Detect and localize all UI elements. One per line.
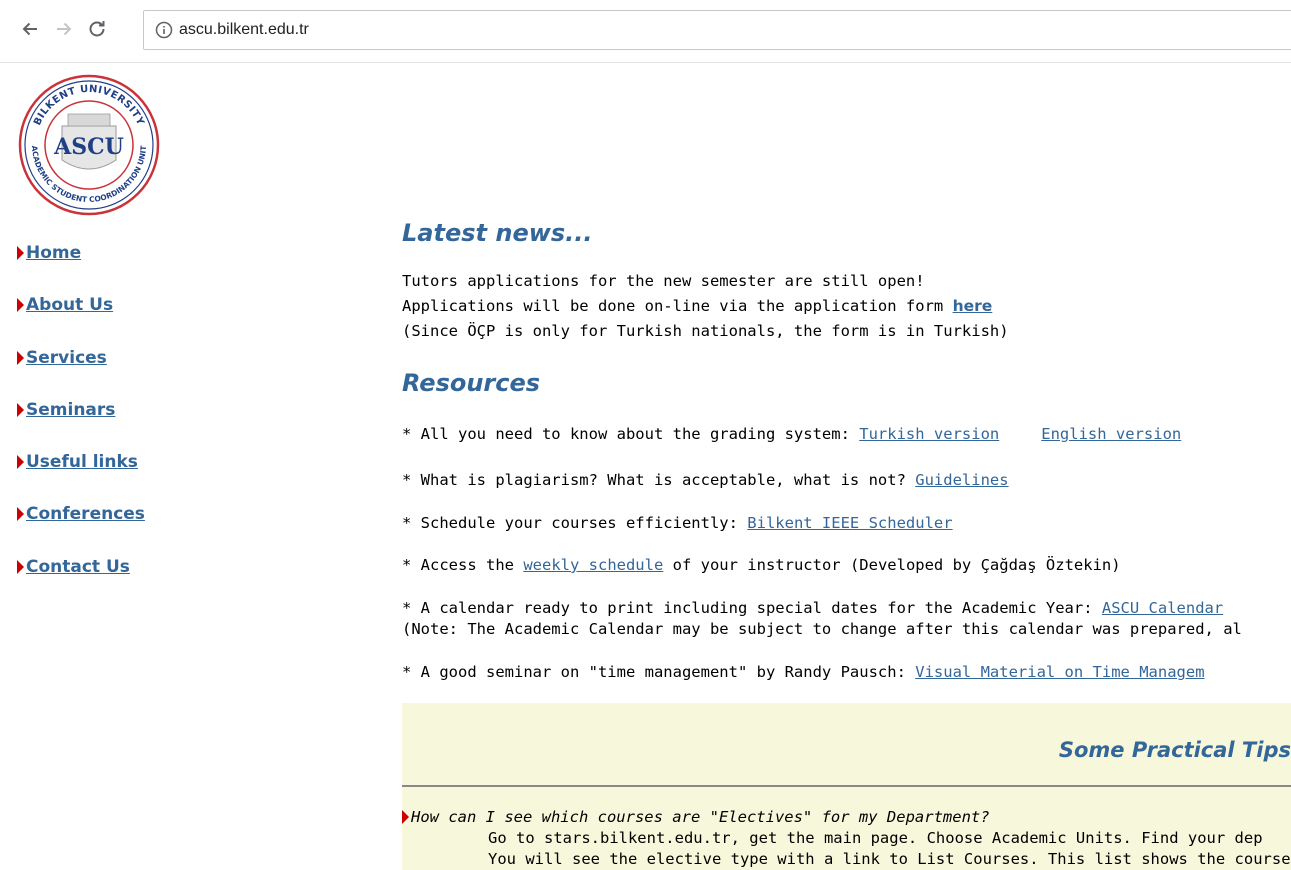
sidebar-link-contact-us[interactable]: Contact Us	[17, 557, 130, 577]
triangle-bullet-icon	[17, 246, 24, 260]
triangle-bullet-icon	[17, 507, 24, 522]
practical-tips-box: Some Practical Tips How can I see which …	[402, 703, 1291, 870]
triangle-bullet-icon	[17, 402, 24, 417]
weekly-schedule-link[interactable]: weekly schedule	[523, 556, 663, 574]
triangle-bullet-icon	[17, 298, 24, 313]
resource-plagiarism-text: * What is plagiarism? What is acceptable…	[402, 471, 916, 489]
sidebar-item-contact-us[interactable]: Contact Us	[17, 557, 145, 609]
resource-grading-text: * All you need to know about the grading…	[402, 425, 860, 443]
sidebar-menu: Home About Us Services Seminars Useful l…	[17, 243, 145, 609]
sidebar-link-about-us[interactable]: About Us	[17, 295, 113, 315]
sidebar-item-seminars[interactable]: Seminars	[17, 400, 145, 452]
ieee-scheduler-link[interactable]: Bilkent IEEE Scheduler	[747, 514, 952, 532]
news-line-2-text: Applications will be done on-line via th…	[402, 297, 953, 315]
tips-answer: Go to stars.bilkent.edu.tr, get the main…	[488, 828, 1291, 870]
plagiarism-guidelines-link[interactable]: Guidelines	[915, 471, 1008, 489]
resource-scheduler: * Schedule your courses efficiently: Bil…	[402, 513, 953, 534]
tips-heading: Some Practical Tips	[1058, 738, 1291, 762]
application-form-link[interactable]: here	[953, 297, 993, 315]
tips-question-text[interactable]: How can I see which courses are "Electiv…	[411, 808, 990, 826]
sidebar-item-label[interactable]: Home	[26, 243, 81, 263]
resources-heading: Resources	[402, 369, 541, 397]
news-line-1: Tutors applications for the new semester…	[402, 272, 925, 290]
resource-calendar-note: (Note: The Academic Calendar may be subj…	[402, 620, 1242, 638]
resource-time-text: * A good seminar on "time management" by…	[402, 663, 916, 681]
back-button[interactable]	[18, 17, 42, 41]
tips-answer-line-2: You will see the elective type with a li…	[488, 850, 1291, 868]
reload-button[interactable]	[85, 17, 109, 41]
tips-divider	[402, 785, 1291, 787]
triangle-bullet-icon	[17, 350, 24, 365]
news-line-3: (Since ÖÇP is only for Turkish nationals…	[402, 322, 1009, 340]
url-text[interactable]: ascu.bilkent.edu.tr	[179, 21, 309, 39]
sidebar-link-seminars[interactable]: Seminars	[17, 400, 115, 420]
arrow-left-icon	[22, 22, 37, 36]
arrow-right-icon	[57, 22, 72, 36]
news-heading: Latest news...	[402, 219, 593, 247]
forward-button[interactable]	[52, 17, 76, 41]
resource-grading: * All you need to know about the grading…	[402, 424, 1181, 445]
triangle-bullet-icon	[17, 559, 24, 574]
grading-turkish-link[interactable]: Turkish version	[859, 425, 999, 443]
ascu-calendar-link[interactable]: ASCU Calendar	[1102, 599, 1223, 617]
resource-plagiarism: * What is plagiarism? What is acceptable…	[402, 470, 1009, 491]
resource-weekly-post: of your instructor (Developed by Çağdaş …	[663, 556, 1121, 574]
sidebar-link-services[interactable]: Services	[17, 348, 107, 368]
sidebar-item-services[interactable]: Services	[17, 348, 145, 400]
sidebar-item-conferences[interactable]: Conferences	[17, 504, 145, 556]
reload-icon	[89, 21, 105, 37]
toolbar-divider	[0, 62, 1291, 63]
sidebar-link-useful-links[interactable]: Useful links	[17, 452, 138, 472]
tips-question[interactable]: How can I see which courses are "Electiv…	[402, 808, 990, 826]
resource-scheduler-text: * Schedule your courses efficiently:	[402, 514, 748, 532]
resource-calendar: * A calendar ready to print including sp…	[402, 598, 1223, 619]
resource-weekly-schedule: * Access the weekly schedule of your ins…	[402, 555, 1121, 576]
resource-time-management: * A good seminar on "time management" by…	[402, 662, 1205, 683]
sidebar-item-label[interactable]: Conferences	[26, 504, 145, 524]
sidebar-item-label[interactable]: Contact Us	[26, 557, 130, 577]
tips-answer-line-1: Go to stars.bilkent.edu.tr, get the main…	[488, 829, 1263, 847]
sidebar-item-useful-links[interactable]: Useful links	[17, 452, 145, 504]
svg-text:ASCU: ASCU	[53, 134, 124, 160]
triangle-bullet-icon	[402, 810, 409, 824]
sidebar-item-label[interactable]: Seminars	[26, 400, 115, 420]
sidebar-item-about-us[interactable]: About Us	[17, 295, 145, 347]
sidebar-item-label[interactable]: Useful links	[26, 452, 138, 472]
triangle-bullet-icon	[17, 455, 24, 470]
ascu-logo[interactable]: BILKENT UNIVERSITY ACADEMIC STUDENT COOR…	[18, 74, 160, 216]
sidebar-link-conferences[interactable]: Conferences	[17, 504, 145, 524]
sidebar-item-label[interactable]: Services	[26, 348, 107, 368]
sidebar-item-home[interactable]: Home	[17, 243, 145, 295]
sidebar-link-home[interactable]: Home	[17, 243, 81, 263]
sidebar-item-label[interactable]: About Us	[26, 295, 113, 315]
news-line-2: Applications will be done on-line via th…	[402, 296, 992, 317]
resource-calendar-text: * A calendar ready to print including sp…	[402, 599, 1102, 617]
resource-weekly-pre: * Access the	[402, 556, 524, 574]
browser-toolbar: ascu.bilkent.edu.tr	[0, 0, 1291, 62]
time-management-link[interactable]: Visual Material on Time Managem	[915, 663, 1204, 681]
info-circle-icon[interactable]	[155, 21, 173, 39]
grading-english-link[interactable]: English version	[1041, 425, 1181, 443]
address-bar[interactable]: ascu.bilkent.edu.tr	[143, 10, 1291, 50]
